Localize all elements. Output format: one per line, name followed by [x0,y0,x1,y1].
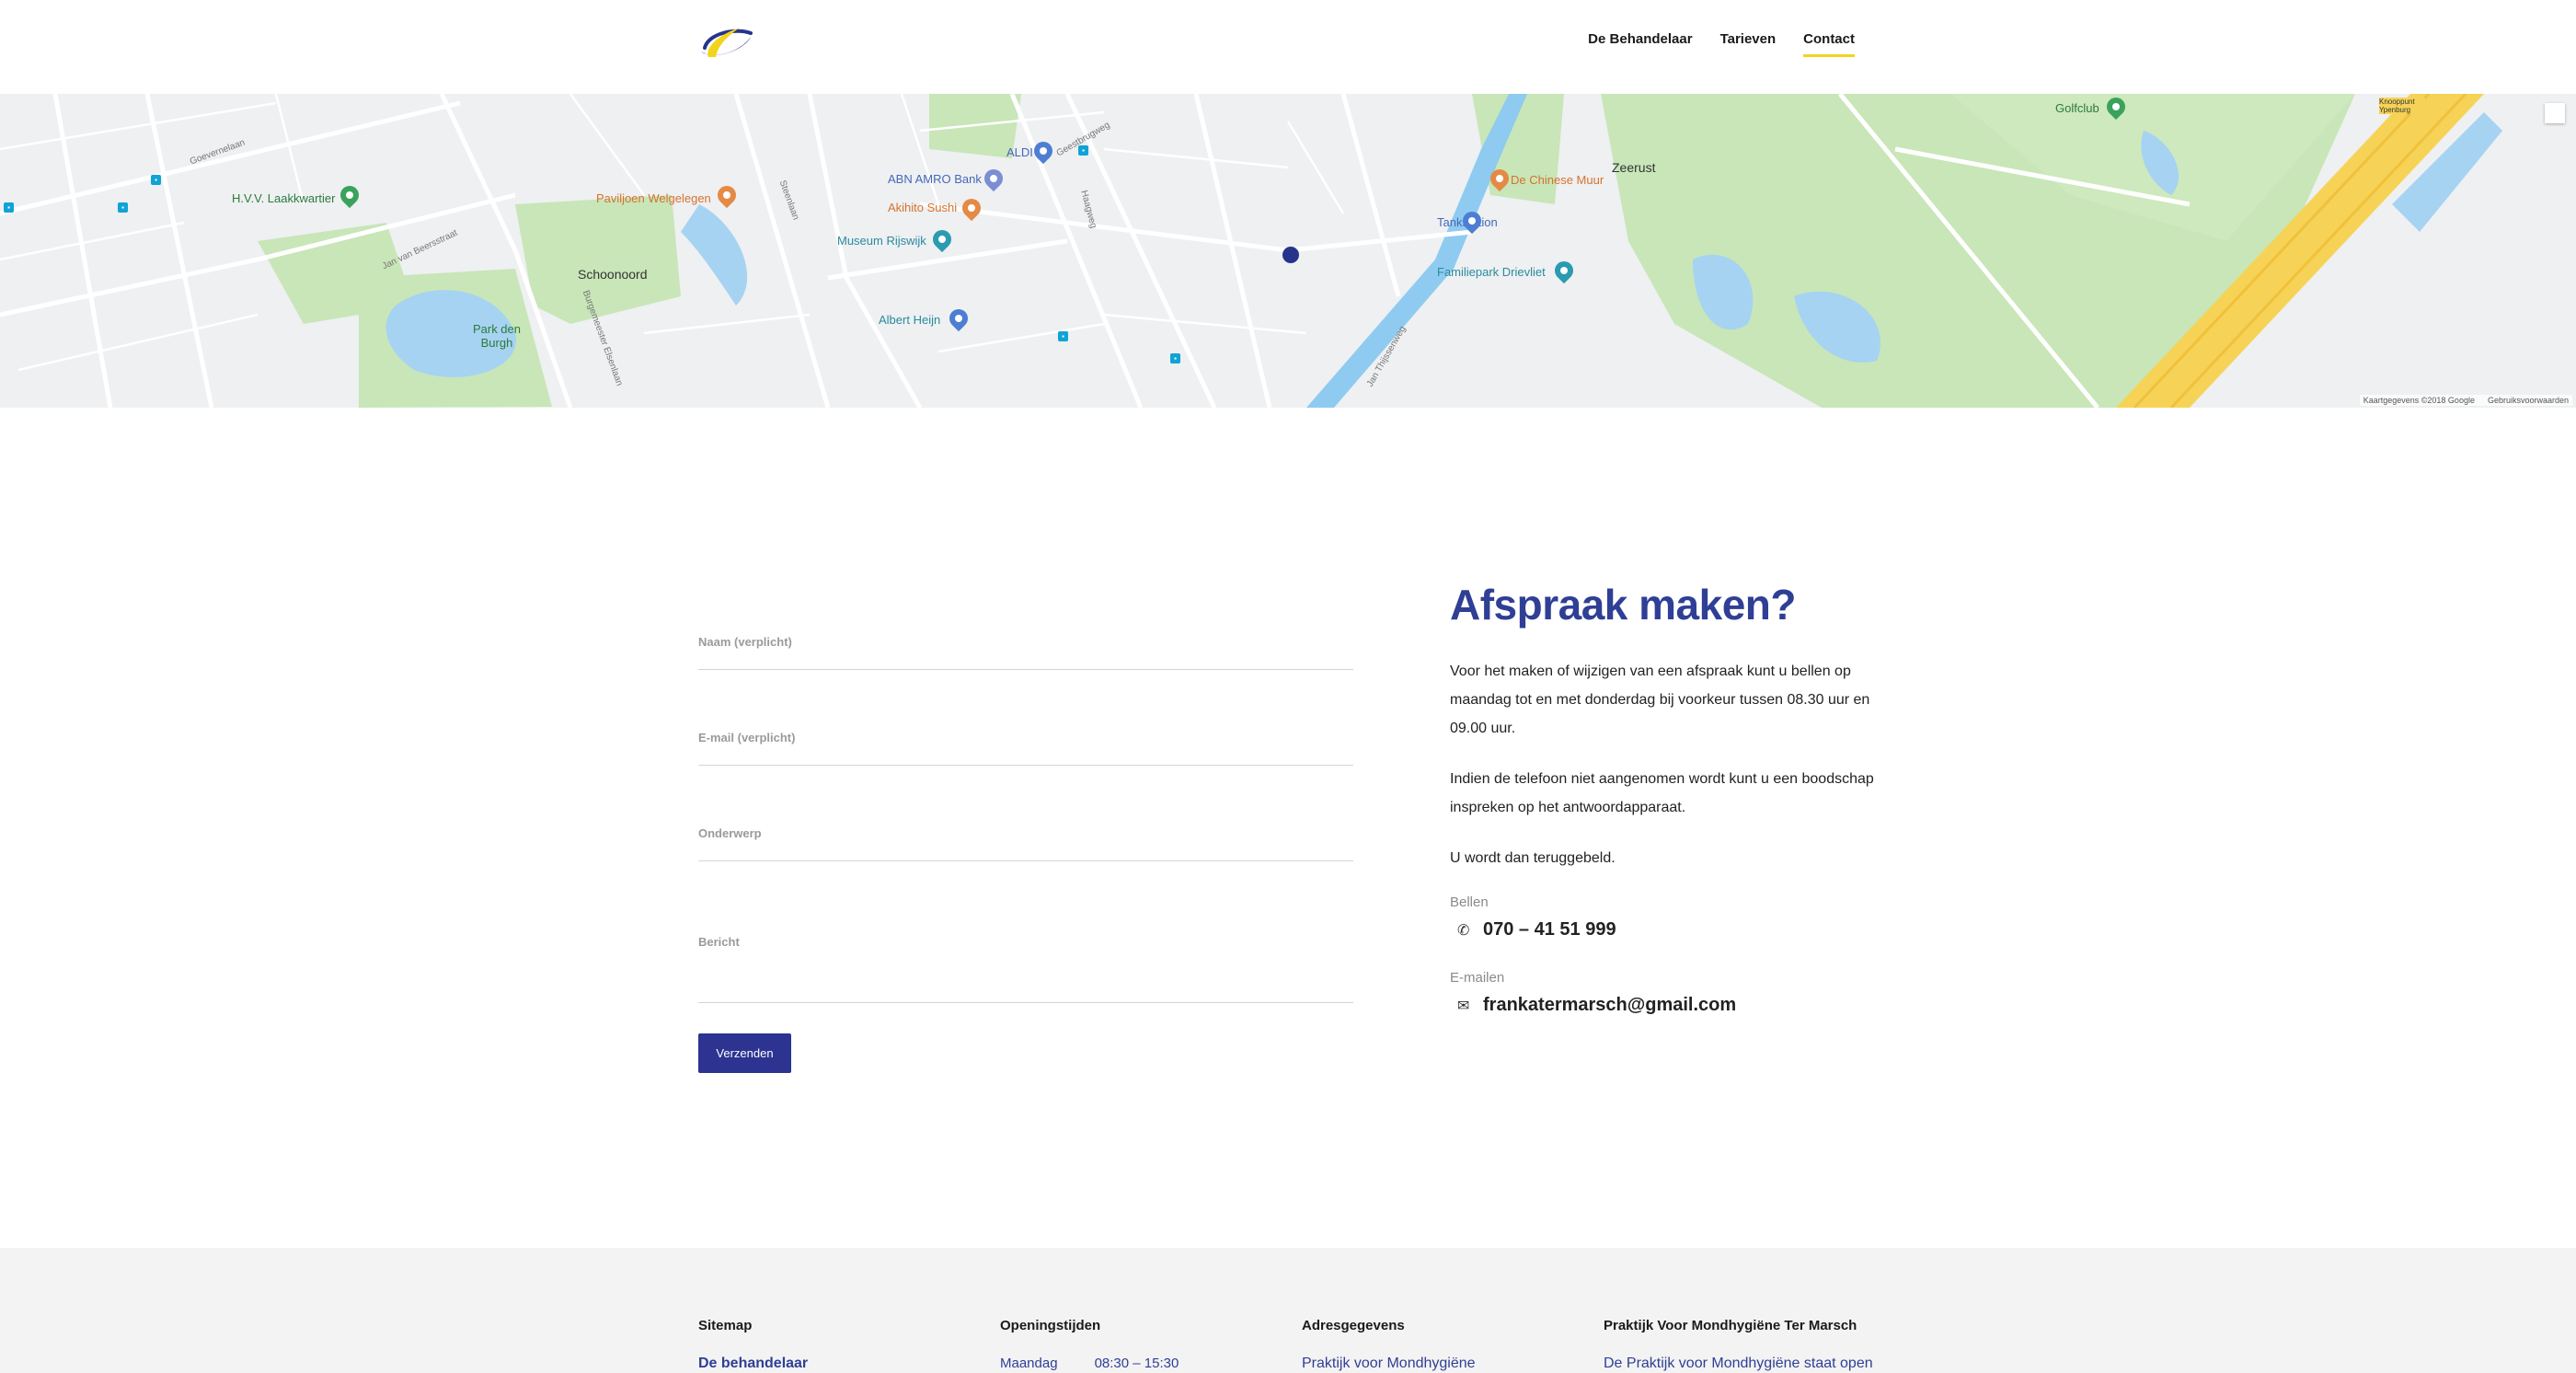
hours-day: Maandag [1000,1356,1058,1371]
map-label-schoonoord: Schoonoord [578,267,648,282]
nav-item-tarieven[interactable]: Tarieven [1720,31,1777,57]
message-field[interactable]: Bericht [698,935,1353,1003]
info-paragraph-voicemail: Indien de telefoon niet aangenomen wordt… [1450,771,1874,815]
info-paragraph-callback: U wordt dan teruggebeld. [1450,850,1616,866]
bus-stop-icon-4: ▪ [1078,145,1088,156]
footer-link-de-behandelaar[interactable]: De behandelaar [698,1356,808,1372]
map-label-park-den-burgh: Park den Burgh [472,322,522,350]
footer-address-line: Praktijk voor Mondhygiëne [1302,1356,1476,1371]
subject-field-label: Onderwerp [698,826,762,840]
footer-hours-title: Openingstijden [1000,1318,1101,1333]
map-label-knooppunt: Knooppunt Ypenburg [2379,98,2425,114]
name-field-label: Naam (verplicht) [698,635,792,649]
map-label-akihito: Akihito Sushi [888,201,958,214]
site-footer: Sitemap De behandelaar Openingstijden Ma… [0,1248,2576,1373]
footer-about: Praktijk Voor Mondhygiëne Ter Marsch De … [1604,1318,1873,1372]
map-label-chinese-muur: De Chinese Muur [1511,173,1604,187]
footer-sitemap-title: Sitemap [698,1318,753,1333]
footer-about-title: Praktijk Voor Mondhygiëne Ter Marsch [1604,1318,1857,1333]
map-label-golfclub: Golfclub [2055,101,2099,115]
footer-sitemap: Sitemap De behandelaar [698,1318,808,1372]
nav-item-de-behandelaar[interactable]: De Behandelaar [1588,31,1692,57]
info-paragraph-hours: Voor het maken of wijzigen van een afspr… [1450,663,1870,736]
main-nav: De Behandelaar Tarieven Contact [1588,31,1855,57]
logo[interactable] [699,20,754,63]
message-field-label: Bericht [698,935,740,949]
bus-stop-icon-5: ▪ [1058,331,1068,341]
email-label: E-mailen [1450,970,1505,986]
map-terms-link[interactable]: Gebruiksvoorwaarden [2488,396,2569,405]
map-label-albert-heijn: Albert Heijn [879,313,941,327]
footer-address-title: Adresgegevens [1302,1318,1405,1333]
page-title: Afspraak maken? [1450,581,1797,629]
map-label-familiepark: Familiepark Drievliet [1437,265,1546,279]
map-attribution-text: Kaartgegevens ©2018 Google [2363,396,2475,405]
email-field-label: E-mail (verplicht) [698,731,796,744]
fullscreen-icon[interactable] [2545,103,2565,123]
bus-stop-icon-3: ▪ [118,202,128,213]
nav-item-contact[interactable]: Contact [1803,31,1855,57]
bus-stop-icon: ▪ [4,202,14,213]
bus-stop-icon-2: ▪ [151,175,161,185]
map-label-zeerust: Zeerust [1612,160,1656,175]
map-attribution: Kaartgegevens ©2018 Google Gebruiksvoorw… [2359,395,2572,406]
email-address[interactable]: frankatermarsch@gmail.com [1483,995,1736,1016]
site-header: De Behandelaar Tarieven Contact [0,0,2576,94]
subject-field[interactable]: Onderwerp [698,826,1353,861]
footer-address: Adresgegevens Praktijk voor Mondhygiëne [1302,1318,1476,1372]
map-label-museum: Museum Rijswijk [837,234,926,248]
map-label-aldi: ALDI [1006,145,1033,159]
bus-stop-icon-6: ▪ [1170,353,1180,363]
appointment-info: Afspraak maken? Voor het maken of wijzig… [1450,580,1882,1045]
footer-hours: Openingstijden Maandag 08:30 – 15:30 [1000,1318,1179,1371]
map-label-abn-amro: ABN AMRO Bank [888,172,982,186]
phone-label: Bellen [1450,894,1489,910]
hours-row: Maandag 08:30 – 15:30 [1000,1356,1179,1371]
phone-icon: ✆ [1457,922,1470,939]
practice-location-marker[interactable] [1282,247,1299,263]
footer-about-text: De Praktijk voor Mondhygiëne staat open [1604,1356,1873,1371]
submit-button[interactable]: Verzenden [698,1033,791,1073]
phone-row[interactable]: ✆ 070 – 41 51 999 [1450,919,1882,940]
envelope-icon: ✉ [1457,998,1470,1014]
email-field[interactable]: E-mail (verplicht) [698,731,1353,766]
map-label-paviljoen: Paviljoen Welgelegen [596,191,711,205]
hours-time: 08:30 – 15:30 [1094,1356,1179,1371]
map-label-laakkwartier: H.V.V. Laakkwartier [232,191,336,205]
phone-number[interactable]: 070 – 41 51 999 [1483,919,1616,940]
email-row[interactable]: ✉ frankatermarsch@gmail.com [1450,995,1882,1016]
name-field[interactable]: Naam (verplicht) [698,635,1353,670]
location-map[interactable]: Goevernelaan H.V.V. Laakkwartier Paviljo… [0,94,2576,408]
